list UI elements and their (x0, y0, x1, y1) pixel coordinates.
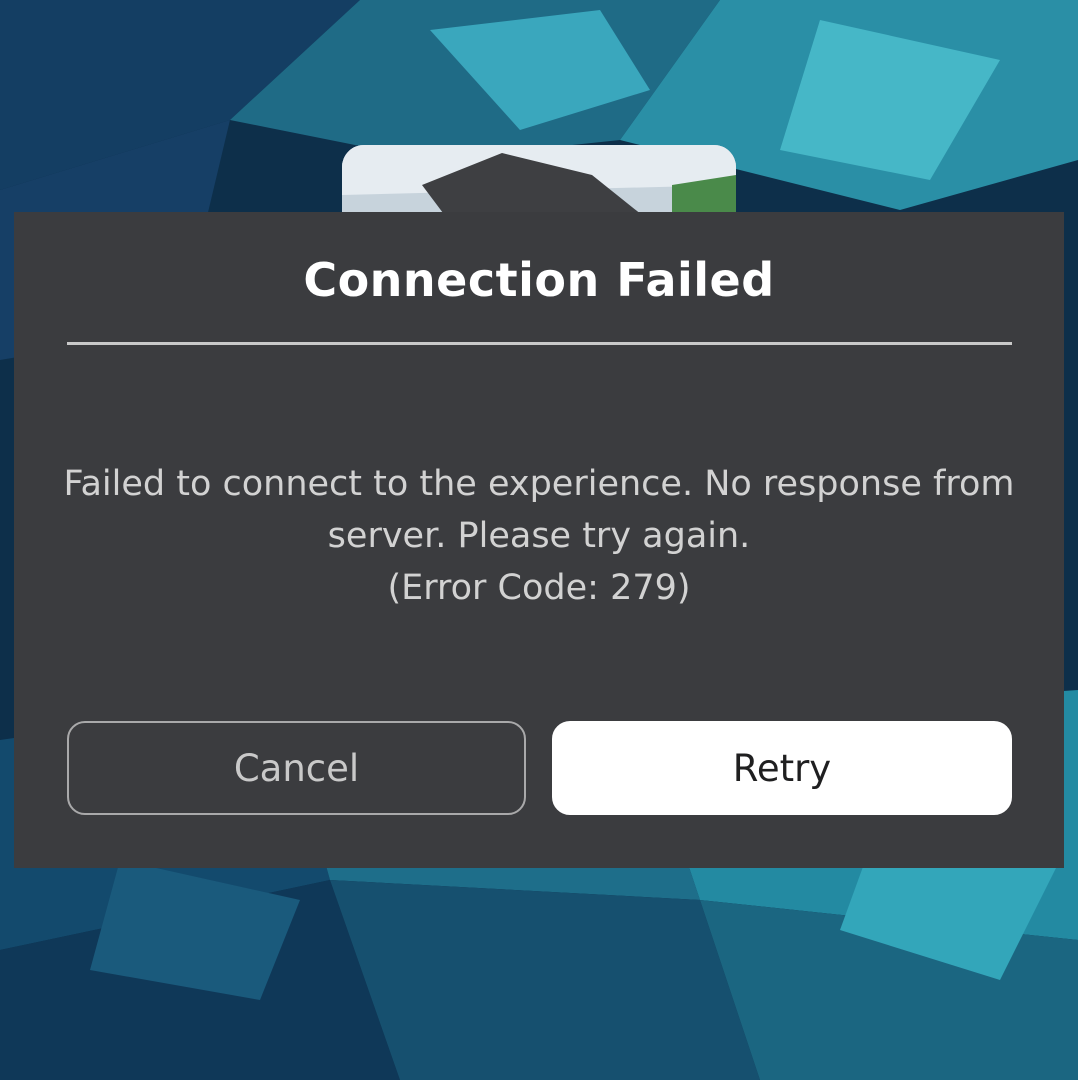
screen: Connection Failed Failed to connect to t… (0, 0, 1078, 1080)
retry-button-label: Retry (732, 746, 832, 790)
title-divider (67, 342, 1012, 345)
error-message: Failed to connect to the experience. No … (60, 458, 1018, 614)
cancel-button[interactable]: Cancel (67, 721, 526, 815)
message-line-1: Failed to connect to the experience. No … (63, 464, 1015, 504)
cancel-button-label: Cancel (233, 746, 360, 790)
retry-button[interactable]: Retry (552, 721, 1012, 815)
message-line-2: server. Please try again. (327, 516, 751, 556)
error-code: (Error Code: 279) (387, 568, 691, 608)
dialog-title: Connection Failed (303, 253, 775, 307)
